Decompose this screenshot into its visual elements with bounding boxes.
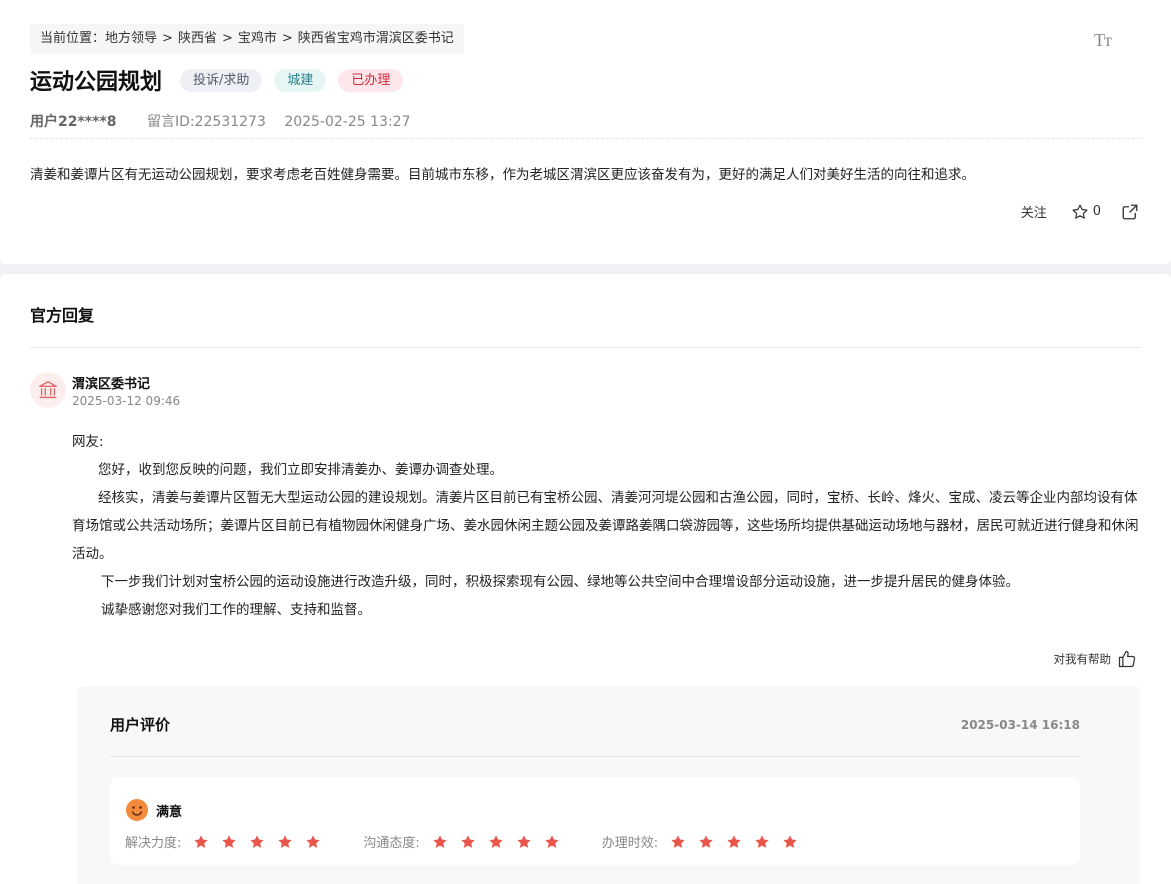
- star-filled-icon: [783, 834, 797, 848]
- message-id: 留言ID:22531273: [146, 114, 266, 130]
- satisfaction-status: 满意: [125, 798, 182, 822]
- breadcrumb-separator: >: [221, 31, 233, 46]
- star-filled-icon: [278, 834, 292, 848]
- rating-label: 解决力度:: [125, 836, 182, 851]
- reply-paragraph: 下一步我们计划对宝桥公园的运动设施进行改造升级，同时，积极探索现有公园、绿地等公…: [101, 574, 1019, 590]
- reply-paragraph: 诚挚感谢您对我们工作的理解、支持和监督。: [101, 602, 371, 618]
- rating-timeliness: 办理时效:: [602, 832, 810, 851]
- breadcrumb-prefix: 当前位置：: [40, 31, 106, 46]
- breadcrumb: 当前位置：地方领导 > 陕西省 > 宝鸡市 > 陕西省宝鸡市渭滨区委书记: [30, 24, 464, 54]
- star-filled-icon: [489, 834, 503, 848]
- category-tag: 城建: [274, 68, 327, 92]
- reply-paragraph: 您好，收到您反映的问题，我们立即安排清姜办、姜谭办调查处理。: [98, 462, 503, 478]
- star-filled-icon: [222, 834, 236, 848]
- department-name: 渭滨区委书记: [72, 377, 151, 392]
- government-building-icon: [39, 381, 57, 399]
- reply-heading: 官方回复: [30, 306, 95, 325]
- font-size-icon[interactable]: Tт: [1094, 28, 1118, 52]
- rating-communication: 沟通态度:: [363, 832, 571, 851]
- star-filled-icon: [306, 834, 320, 848]
- reply-content: 网友: 您好，收到您反映的问题，我们立即安排清姜办、姜谭办调查处理。 经核实，清…: [72, 428, 1140, 624]
- star-filled-icon: [433, 834, 447, 848]
- question-meta: 用户22****8 留言ID:22531273 2025-02-25 13:27: [30, 111, 410, 131]
- rating-label: 沟通态度:: [363, 836, 420, 851]
- question-datetime: 2025-02-25 13:27: [284, 114, 411, 130]
- favorite-button[interactable]: 0: [1071, 203, 1101, 221]
- breadcrumb-separator: >: [162, 31, 173, 46]
- smile-emoji-icon: [126, 799, 148, 821]
- star-filled-icon: [517, 834, 531, 848]
- star-filled-icon: [727, 834, 741, 848]
- action-bar: 关注 0: [1021, 202, 1139, 221]
- helpful-button[interactable]: 对我有帮助: [1054, 649, 1138, 669]
- reply-greeting: 网友:: [72, 434, 104, 450]
- divider: [110, 756, 1080, 757]
- user-evaluation: 用户评价 2025-03-14 16:18 满意 解决力度: 沟通态度: 办理时…: [77, 686, 1140, 884]
- star-filled-icon: [461, 834, 475, 848]
- star-filled-icon: [699, 834, 713, 848]
- question-content: 清姜和姜谭片区有无运动公园规划，要求考虑老百姓健身需要。目前城市东移，作为老城区…: [30, 167, 975, 183]
- breadcrumb-item-province[interactable]: 陕西省: [178, 31, 217, 46]
- reply-paragraph: 经核实，清姜与姜谭片区暂无大型运动公园的建设规划。清姜片区目前已有宝桥公园、清姜…: [72, 490, 1139, 562]
- star-filled-icon: [194, 834, 208, 848]
- follow-button[interactable]: 关注: [1021, 202, 1047, 221]
- star-filled-icon: [755, 834, 769, 848]
- rating-label: 办理时效:: [601, 836, 659, 851]
- breadcrumb-separator: >: [281, 31, 293, 46]
- thumbs-up-icon: [1118, 650, 1136, 668]
- star-filled-icon: [250, 834, 264, 848]
- rating-list: 解决力度: 沟通态度: 办理时效:: [125, 832, 840, 851]
- title-row: 运动公园规划 投诉/求助 城建 已办理: [30, 64, 415, 96]
- status-badge: 已办理: [338, 68, 404, 92]
- question-card: 当前位置：地方领导 > 陕西省 > 宝鸡市 > 陕西省宝鸡市渭滨区委书记 Tт 运动公园规划…: [0, 0, 1171, 264]
- evaluation-detail: 满意 解决力度: 沟通态度: 办理时效:: [110, 777, 1080, 865]
- avatar: [30, 372, 66, 408]
- helpful-label: 对我有帮助: [1053, 652, 1112, 666]
- share-icon: [1122, 204, 1138, 219]
- star-filled-icon: [671, 834, 685, 848]
- question-user: 用户22****8: [30, 114, 117, 130]
- type-tag: 投诉/求助: [180, 68, 263, 92]
- evaluation-datetime: 2025-03-14 16:18: [960, 718, 1080, 732]
- reply-datetime: 2025-03-12 09:46: [72, 394, 181, 408]
- divider: [30, 138, 1140, 139]
- favorite-count: 0: [1092, 204, 1101, 219]
- star-filled-icon: [545, 834, 559, 848]
- reply-card: 官方回复 渭滨区委书记 2025-03-12 09:46 网友: 您好，收到您反…: [0, 274, 1171, 884]
- evaluation-heading: 用户评价: [110, 716, 171, 734]
- breadcrumb-item-leaders[interactable]: 地方领导: [105, 31, 157, 46]
- satisfaction-label: 满意: [156, 804, 183, 820]
- share-button[interactable]: [1121, 203, 1139, 221]
- breadcrumb-item-current: 陕西省宝鸡市渭滨区委书记: [297, 31, 454, 46]
- rating-resolution: 解决力度:: [125, 832, 333, 851]
- star-outline-icon: [1072, 204, 1088, 219]
- divider: [30, 347, 1140, 348]
- breadcrumb-item-city[interactable]: 宝鸡市: [238, 31, 277, 46]
- page-title: 运动公园规划: [30, 70, 163, 95]
